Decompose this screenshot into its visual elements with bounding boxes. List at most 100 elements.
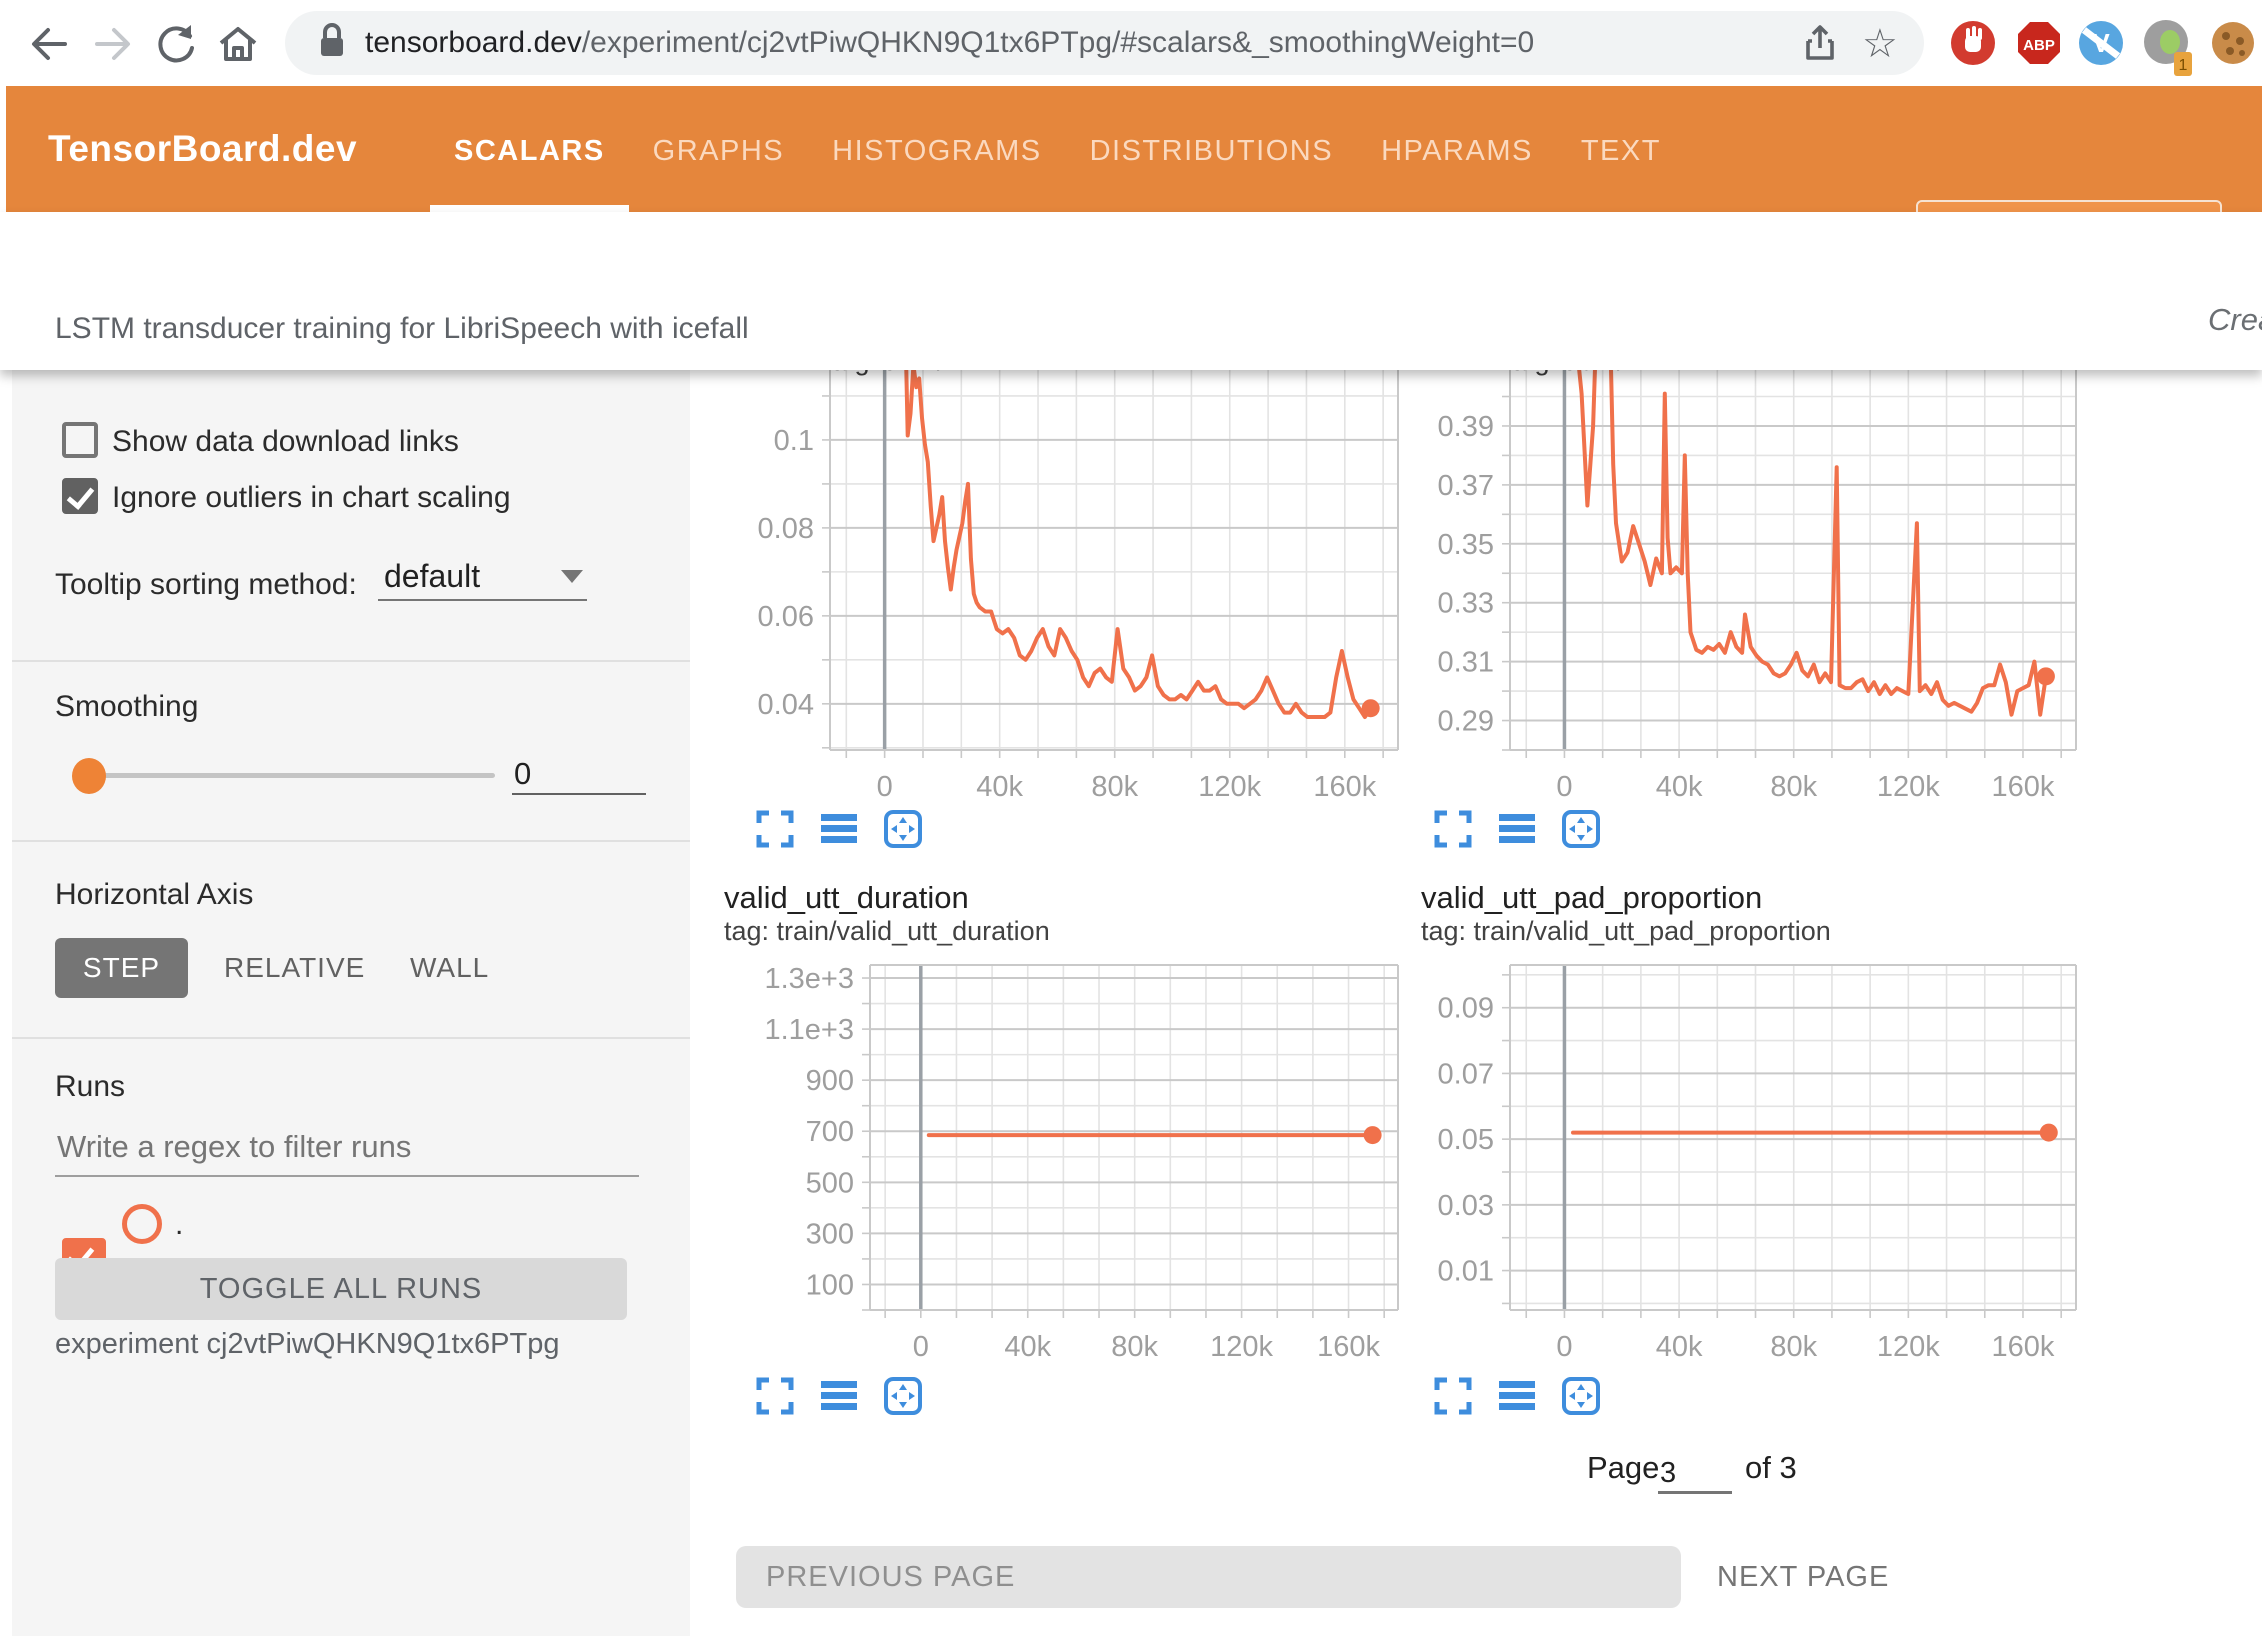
- smoothing-value-input[interactable]: [512, 755, 646, 795]
- runs-label: Runs: [55, 1070, 125, 1104]
- svg-text:700: 700: [806, 1116, 854, 1148]
- svg-text:ABP: ABP: [2023, 37, 2055, 54]
- data-table-icon[interactable]: [1498, 810, 1536, 848]
- chart-toolbar: [1434, 1377, 1600, 1415]
- divider: [12, 660, 690, 662]
- svg-text:0.06: 0.06: [758, 601, 814, 633]
- divider: [12, 1037, 690, 1039]
- axis-wall-button[interactable]: WALL: [410, 938, 489, 998]
- smoothing-slider-track[interactable]: [87, 773, 495, 778]
- page-number-input[interactable]: [1658, 1456, 1732, 1494]
- svg-text:0.33: 0.33: [1438, 588, 1494, 620]
- svg-text:160k: 160k: [1313, 771, 1376, 803]
- tooltip-sorting-select[interactable]: default: [378, 553, 587, 601]
- home-icon[interactable]: [212, 18, 264, 70]
- svg-text:0.01: 0.01: [1438, 1256, 1494, 1288]
- bookmark-star-icon[interactable]: ☆: [1862, 22, 1906, 66]
- svg-text:40k: 40k: [976, 771, 1023, 803]
- tab-hparams[interactable]: HPARAMS: [1357, 86, 1557, 212]
- chart-tag: tag: train/valid_utt_duration: [724, 916, 1050, 947]
- data-table-icon[interactable]: [820, 810, 858, 848]
- svg-text:1.3e+3: 1.3e+3: [764, 963, 854, 995]
- svg-text:100: 100: [806, 1269, 854, 1301]
- svg-text:160k: 160k: [1992, 1331, 2055, 1363]
- svg-text:160k: 160k: [1317, 1331, 1380, 1363]
- svg-text:80k: 80k: [1111, 1331, 1158, 1363]
- runs-filter-input[interactable]: [55, 1128, 639, 1177]
- svg-text:0.31: 0.31: [1438, 647, 1494, 679]
- svg-text:0: 0: [877, 771, 893, 803]
- svg-text:0.39: 0.39: [1438, 411, 1494, 443]
- app-logo[interactable]: TensorBoard.dev: [48, 86, 357, 212]
- privacy-extension-icon[interactable]: 1: [2136, 14, 2194, 72]
- tab-scalars[interactable]: SCALARS: [430, 86, 629, 212]
- svg-text:0.37: 0.37: [1438, 470, 1494, 502]
- app-header: TensorBoard.dev SCALARS GRAPHS HISTOGRAM…: [0, 86, 2262, 212]
- svg-text:120k: 120k: [1198, 771, 1261, 803]
- data-table-icon[interactable]: [1498, 1377, 1536, 1415]
- svg-text:80k: 80k: [1770, 771, 1817, 803]
- page-label: Page: [1587, 1450, 1659, 1486]
- cookie-extension-icon[interactable]: [2204, 14, 2262, 72]
- fullscreen-icon[interactable]: [756, 810, 794, 848]
- svg-text:0: 0: [1556, 771, 1572, 803]
- fullscreen-icon[interactable]: [1434, 1377, 1472, 1415]
- fit-domain-icon[interactable]: [1562, 810, 1600, 848]
- next-page-button[interactable]: NEXT PAGE: [1717, 1546, 1889, 1608]
- url-bar[interactable]: tensorboard.dev/experiment/cj2vtPiwQHKN9…: [285, 11, 1924, 75]
- fullscreen-icon[interactable]: [756, 1377, 794, 1415]
- chart-toolbar: [756, 1377, 922, 1415]
- smoothing-slider-thumb[interactable]: [72, 758, 106, 794]
- share-icon[interactable]: [1798, 22, 1842, 66]
- abp-extension-icon[interactable]: ABP: [2010, 14, 2068, 72]
- back-icon[interactable]: [22, 18, 74, 70]
- previous-page-button[interactable]: PREVIOUS PAGE: [736, 1546, 1681, 1608]
- svg-text:0.03: 0.03: [1438, 1190, 1494, 1222]
- svg-text:1: 1: [2179, 57, 2188, 74]
- chart-title: valid_utt_duration: [724, 880, 969, 916]
- svg-text:0.09: 0.09: [1438, 993, 1494, 1025]
- svg-text:80k: 80k: [1770, 1331, 1817, 1363]
- browser-toolbar: tensorboard.dev/experiment/cj2vtPiwQHKN9…: [0, 0, 2262, 88]
- tab-distributions[interactable]: DISTRIBUTIONS: [1066, 86, 1357, 212]
- svg-text:120k: 120k: [1877, 1331, 1940, 1363]
- svg-text:0: 0: [1556, 1331, 1572, 1363]
- forward-icon[interactable]: [88, 18, 140, 70]
- charts-panel: tag: train/… tag: train/… 0.040.060.080.…: [690, 370, 2262, 1636]
- svg-text:0.04: 0.04: [758, 689, 814, 721]
- run-name: .: [175, 1208, 183, 1242]
- svg-text:120k: 120k: [1877, 771, 1940, 803]
- toggle-all-runs-button[interactable]: TOGGLE ALL RUNS: [55, 1258, 627, 1320]
- v-extension-icon[interactable]: V: [2072, 14, 2130, 72]
- show-download-links-label: Show data download links: [112, 425, 459, 459]
- svg-text:0.07: 0.07: [1438, 1058, 1494, 1090]
- show-download-links-checkbox[interactable]: [62, 422, 98, 458]
- fullscreen-icon[interactable]: [1434, 810, 1472, 848]
- adblock-extension-icon[interactable]: [1944, 14, 2002, 72]
- fit-domain-icon[interactable]: [1562, 1377, 1600, 1415]
- ignore-outliers-checkbox[interactable]: [62, 478, 98, 514]
- experiment-caption: experiment cj2vtPiwQHKN9Q1tx6PTpg: [55, 1328, 559, 1361]
- svg-text:0.29: 0.29: [1438, 706, 1494, 738]
- scalar-chart-valid-utt-pad-proportion[interactable]: 0.010.030.050.070.09040k80k120k160k: [1430, 952, 2090, 1382]
- data-table-icon[interactable]: [820, 1377, 858, 1415]
- svg-text:40k: 40k: [1656, 771, 1703, 803]
- nav-tabs: SCALARS GRAPHS HISTOGRAMS DISTRIBUTIONS …: [430, 86, 1685, 212]
- scalar-chart-top-right[interactable]: 0.290.310.330.350.370.39040k80k120k160k: [1430, 370, 2090, 820]
- smoothing-label: Smoothing: [55, 690, 198, 724]
- axis-relative-button[interactable]: RELATIVE: [224, 938, 365, 998]
- reload-icon[interactable]: [150, 18, 202, 70]
- tab-text[interactable]: TEXT: [1557, 86, 1685, 212]
- chart-title: valid_utt_pad_proportion: [1421, 880, 1762, 916]
- fit-domain-icon[interactable]: [884, 1377, 922, 1415]
- svg-text:0.35: 0.35: [1438, 529, 1494, 561]
- divider: [12, 840, 690, 842]
- scalar-chart-valid-utt-duration[interactable]: 1003005007009001.1e+31.3e+3040k80k120k16…: [750, 952, 1410, 1382]
- fit-domain-icon[interactable]: [884, 810, 922, 848]
- ignore-outliers-label: Ignore outliers in chart scaling: [112, 481, 511, 515]
- created-text-fragment: Crea: [2208, 302, 2262, 338]
- axis-step-button[interactable]: STEP: [55, 938, 188, 998]
- scalar-chart-top-left[interactable]: 0.040.060.080.1040k80k120k160k: [750, 370, 1410, 820]
- tab-graphs[interactable]: GRAPHS: [629, 86, 808, 212]
- tab-histograms[interactable]: HISTOGRAMS: [808, 86, 1065, 212]
